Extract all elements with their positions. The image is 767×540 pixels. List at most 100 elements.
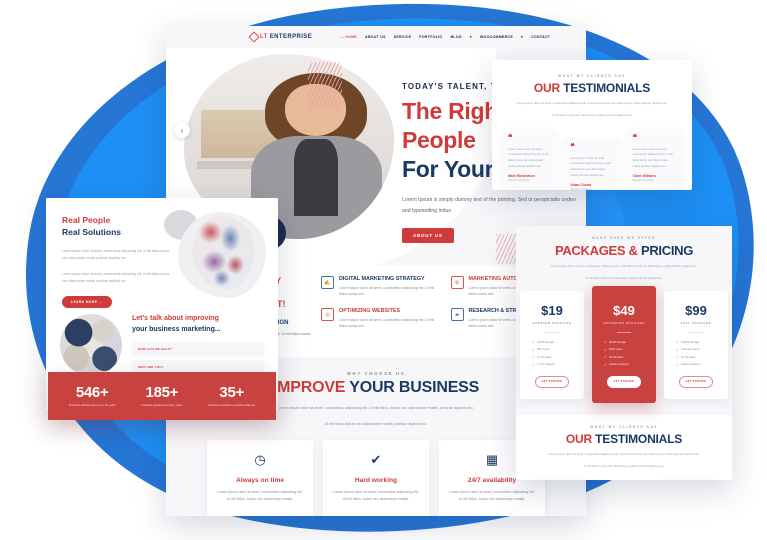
get-started-button[interactable]: GET STARTED <box>679 375 713 388</box>
accordion-label: WHO ARE YOU? <box>138 364 164 369</box>
quote-icon: ❝ <box>570 141 575 151</box>
stat-number: 35+ <box>219 384 244 402</box>
accordion-row[interactable]: HOW CAN WE HELP? › <box>132 342 264 355</box>
price-feature: ✓ 50GB Storage <box>604 340 650 344</box>
gear-icon: ⚙ <box>450 276 464 289</box>
testimonial-card[interactable]: ❝ Lorem ipsum dolor sit amet, consectetu… <box>502 128 558 190</box>
why-paragraph-2: Ut elit tellus luctus nec ullamcorper ma… <box>324 421 428 426</box>
nav-item-service[interactable]: SERVICE <box>394 35 411 39</box>
pricing-card-full[interactable]: $99 FULL PACKAGE ✓ 100GB Storage ✓ Unlimit… <box>664 291 728 399</box>
price-plan-name: FULL PACKAGE <box>680 321 712 326</box>
pricing-card-starter[interactable]: $19 STARTER PACKAGE ✓ 15GB Storage ✓ 500 U… <box>520 291 584 399</box>
testimonial-card[interactable]: ❝ Lorem ipsum dolor sit amet, consectetu… <box>660 478 718 480</box>
pricing-cards: $19 STARTER PACKAGE ✓ 15GB Storage ✓ 500 U… <box>516 286 732 403</box>
check-icon: ✓ <box>676 340 679 345</box>
carousel-prev-button[interactable]: ‹ <box>174 122 190 138</box>
service-text: Lorem ipsum dolor sit amet, consectetur … <box>339 285 435 297</box>
check-icon: ✓ <box>532 340 535 345</box>
check-icon: ✓ <box>532 347 535 352</box>
testimonials-bottom-section: WHAT MY CLIENTS SAY OUR TESTIMONIALS Lor… <box>516 414 732 480</box>
price-feature-label: 10 Domains <box>537 355 552 359</box>
check-icon: ✓ <box>604 362 607 367</box>
testimonials-heading-red: OUR <box>533 81 560 95</box>
price-feature-label: Lifetime Support <box>609 363 629 367</box>
divider <box>545 332 559 334</box>
testimonials-heading: OUR TESTIMONIALS <box>516 432 732 446</box>
nav-item-woocommerce[interactable]: WOOCOMMERCE <box>480 35 513 39</box>
pricing-heading-red: PACKAGES & <box>554 243 638 258</box>
testimonial-role: CEO At Founder Ltd. <box>508 179 531 183</box>
stat-label: business excellence awards achieved <box>208 403 256 408</box>
stat-number: 185+ <box>145 384 179 402</box>
check-icon: ✓ <box>676 347 679 352</box>
pricing-heading-navy: PRICING <box>637 243 694 258</box>
nav-item-blog[interactable]: BLOG <box>450 35 461 39</box>
price-feature: ✓ Lifetime Support <box>604 363 650 367</box>
check-icon: ✓ <box>604 340 607 345</box>
why-heading-navy: YOUR BUSINESS <box>345 379 480 397</box>
nav-item-portfolio[interactable]: PORTFOLIO <box>419 35 442 39</box>
diamond-icon <box>248 31 260 43</box>
price-feature: ✓ 15GB Storage <box>532 340 578 344</box>
nav-item-home[interactable]: HOME <box>340 35 357 39</box>
service-title: DIGITAL MARKETING STRATEGY <box>339 276 425 282</box>
site-logo[interactable]: LT ENTERPRISE <box>248 31 312 43</box>
price-feature: ✓ 1500 Users <box>604 348 650 352</box>
price-feature-label: 30 Domains <box>609 355 624 359</box>
testimonial-cards: ❝ Lorem ipsum dolor sit amet, consectetu… <box>502 128 682 190</box>
stats-bar: 546+ business advices given over 10 year… <box>48 372 276 420</box>
testimonials-eyebrow: WHAT MY CLIENTS SAY <box>590 424 658 429</box>
photo-shirt <box>294 139 339 216</box>
hero-about-us-button[interactable]: ABOUT US <box>402 227 454 243</box>
price-feature: ✓ 500 Users <box>532 348 578 352</box>
pricing-paragraph-1: Lorem ipsum dolor sit amet, consectetur … <box>550 264 698 268</box>
price-feature-label: 50GB Storage <box>609 340 627 344</box>
nav-item-about-us[interactable]: ABOUT US <box>365 35 386 39</box>
testimonial-card[interactable]: ❝ Lorem ipsum dolor sit amet, consectetu… <box>626 128 682 190</box>
logo-text: LT ENTERPRISE <box>260 34 312 40</box>
stat-item: 546+ business advices given over 10 year… <box>69 384 116 408</box>
pricing-card-advanced[interactable]: $49 ADVANCED PACKAGE ✓ 50GB Storage ✓ 1500… <box>592 286 656 403</box>
feature-card-text: Lorem ipsum dolor sit amet, consectetur … <box>217 490 303 502</box>
testimonial-cards: ❝ Lorem ipsum dolor sit amet, consectetu… <box>516 478 732 480</box>
testimonials-heading: OUR TESTIMONIALS <box>502 81 682 95</box>
testimonials-paragraph-1: Lorem ipsum dolor sit amet, consectetur … <box>516 101 668 105</box>
price-amount: $49 <box>613 303 635 319</box>
learn-more-button[interactable]: LEARN MORE → <box>62 296 112 309</box>
feature-card[interactable]: ◷ Always on time Lorem ipsum dolor sit a… <box>207 440 313 516</box>
services-column-1: ✍ DIGITAL MARKETING STRATEGY Lorem ipsum… <box>321 276 441 343</box>
primary-nav: HOME ABOUT US SERVICE PORTFOLIO BLOG ▾ WO… <box>340 35 550 39</box>
feature-card[interactable]: ✔ Hard working Lorem ipsum dolor sit ame… <box>323 440 429 516</box>
hero-paragraph: Lorem Ipsum is simply dummy text of the … <box>402 196 576 214</box>
check-icon: ✓ <box>604 355 607 360</box>
get-started-button[interactable]: GET STARTED <box>535 375 569 388</box>
check-icon: ✓ <box>604 347 607 352</box>
chevron-down-icon: ▾ <box>521 35 524 39</box>
testimonial-text: Lorem ipsum dolor sit amet, consectetur … <box>632 146 673 168</box>
nav-item-contact[interactable]: CONTACT <box>531 35 550 39</box>
price-feature-label: 1500 Users <box>609 348 623 352</box>
logo-text-lt: LT <box>260 34 268 40</box>
check-icon: ✓ <box>676 362 679 367</box>
check-icon: ✓ <box>676 355 679 360</box>
price-feature-label: 1 Year Support <box>537 363 555 367</box>
testimonial-card[interactable]: ❝ Lorem ipsum dolor sit amet, consectetu… <box>564 137 620 190</box>
get-started-button[interactable]: GET STARTED <box>607 375 641 388</box>
pricing-heading: PACKAGES & PRICING <box>516 243 732 258</box>
team-meeting-photo <box>60 314 122 376</box>
chevron-right-icon: › <box>256 346 258 351</box>
testimonial-name: Claire Williams <box>632 174 657 179</box>
stat-item: 185+ business guided over thirty years <box>141 384 182 408</box>
left-paragraph-1: Lorem ipsum dolor sit amet, consectetur … <box>62 248 170 260</box>
testimonials-paragraph-1: Lorem ipsum dolor sit amet, consectetur … <box>548 451 700 456</box>
service-item[interactable]: ◎ OPTIMIZING WEBSITES Lorem ipsum dolor … <box>321 308 441 329</box>
testimonials-heading-red: OUR <box>565 431 592 446</box>
price-plan-name: STARTER PACKAGE <box>532 321 572 326</box>
service-item[interactable]: ✍ DIGITAL MARKETING STRATEGY Lorem ipsum… <box>321 276 441 297</box>
left-heading-red: Real People <box>62 215 111 225</box>
check-icon: ✔ <box>370 452 382 468</box>
testimonial-card[interactable]: ❝ Lorem ipsum dolor sit amet, consectetu… <box>530 478 588 480</box>
real-people-section: Real People Real Solutions Lorem ipsum d… <box>46 198 278 310</box>
clock-icon: ◷ <box>254 452 266 468</box>
price-feature-list: ✓ 15GB Storage ✓ 500 Users ✓ 10 Domains ✓ 1 … <box>526 340 578 367</box>
